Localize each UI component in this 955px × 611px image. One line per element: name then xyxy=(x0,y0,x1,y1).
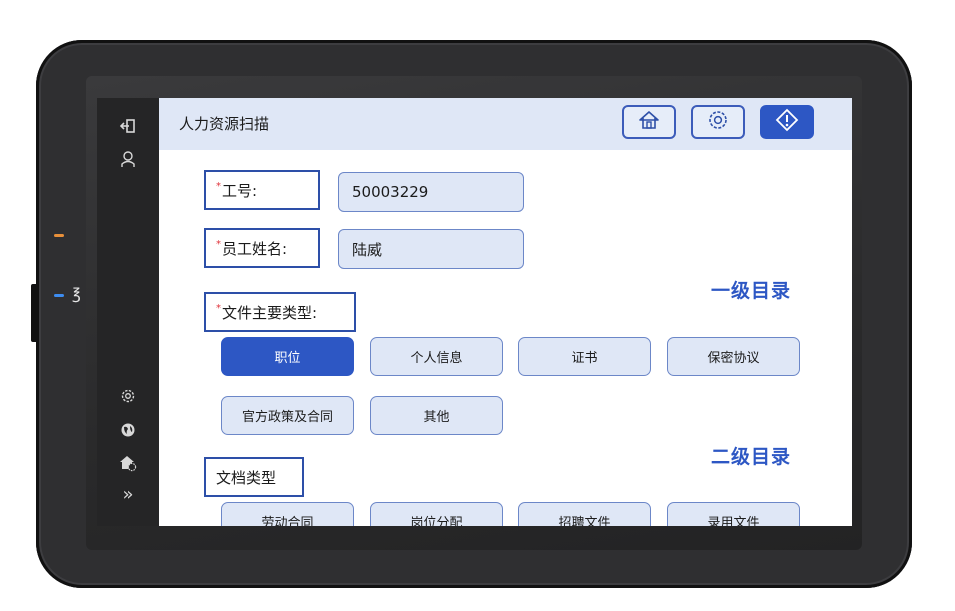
employee-id-field[interactable]: 50003229 xyxy=(338,172,524,212)
subtype-option-recruitment[interactable]: 招聘文件 xyxy=(518,502,651,526)
required-mark: * xyxy=(216,303,221,314)
app-screen: 人力资源扫描 * 工号: 50003229 * 员工姓名: 陆威 一级目录 * … xyxy=(159,98,852,526)
home-icon xyxy=(638,110,660,134)
required-mark: * xyxy=(216,239,221,250)
document-type-label: 文档类型 xyxy=(204,457,304,497)
subtype-option-post-assignment[interactable]: 岗位分配 xyxy=(370,502,503,526)
employee-name-field[interactable]: 陆威 xyxy=(338,229,524,269)
employee-id-value: 50003229 xyxy=(352,183,429,201)
diamond-start-icon xyxy=(775,108,799,136)
user-icon[interactable] xyxy=(117,150,139,172)
employee-name-label-text: 员工姓名: xyxy=(222,239,288,258)
gear-icon[interactable] xyxy=(117,388,139,408)
document-type-label-text: 文档类型 xyxy=(216,468,277,487)
home-button[interactable] xyxy=(622,105,676,139)
logout-icon[interactable] xyxy=(117,118,139,138)
settings-button[interactable] xyxy=(691,105,745,139)
document-main-type-label: * 文件主要类型: xyxy=(204,292,356,332)
employee-id-label: * 工号: xyxy=(204,170,320,210)
primary-directory-heading: 一级目录 xyxy=(711,280,792,302)
secondary-directory-heading: 二级目录 xyxy=(711,446,792,468)
top-bar: 人力资源扫描 xyxy=(159,98,852,150)
side-power-button xyxy=(31,284,37,342)
power-icon[interactable]: ℥ xyxy=(72,286,81,302)
blue-indicator-light xyxy=(54,294,64,297)
employee-name-value: 陆威 xyxy=(352,240,383,259)
expand-icon[interactable]: » xyxy=(117,486,139,504)
document-main-type-label-text: 文件主要类型: xyxy=(222,303,318,322)
type-option-other[interactable]: 其他 xyxy=(370,396,503,435)
required-mark: * xyxy=(216,181,221,192)
orange-indicator-light xyxy=(54,234,64,237)
type-option-position[interactable]: 职位 xyxy=(221,337,354,376)
left-rail: » xyxy=(97,98,159,526)
gear-icon xyxy=(707,109,729,135)
type-option-certificate[interactable]: 证书 xyxy=(518,337,651,376)
subtype-option-employment[interactable]: 录用文件 xyxy=(667,502,800,526)
type-option-policy-contract[interactable]: 官方政策及合同 xyxy=(221,396,354,435)
home-settings-icon[interactable] xyxy=(117,454,139,476)
globe-icon[interactable] xyxy=(117,422,139,442)
subtype-option-labor-contract[interactable]: 劳动合同 xyxy=(221,502,354,526)
type-option-confidentiality[interactable]: 保密协议 xyxy=(667,337,800,376)
type-option-personal-info[interactable]: 个人信息 xyxy=(370,337,503,376)
start-button[interactable] xyxy=(760,105,814,139)
employee-name-label: * 员工姓名: xyxy=(204,228,320,268)
page-title: 人力资源扫描 xyxy=(179,115,270,133)
employee-id-label-text: 工号: xyxy=(222,181,258,200)
